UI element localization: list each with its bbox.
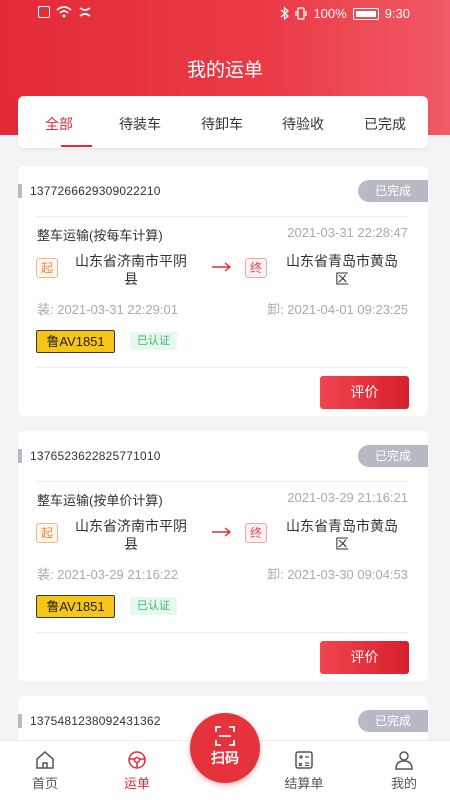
order-id: 1376523622825771010 (30, 449, 161, 463)
vibrate-icon (295, 7, 308, 20)
nav-mine-label: 我的 (390, 776, 417, 791)
tab-bar: 全部 待装车 待卸车 待验收 已完成 (18, 96, 428, 148)
rate-button[interactable]: 评价 (320, 641, 409, 674)
order-card[interactable]: 1376523622825771010 已完成 整车运输(按单价计算) 2021… (18, 431, 428, 681)
origin-address: 山东省济南市平阴 县 (75, 253, 187, 287)
tab-pending-load[interactable]: 待装车 (119, 114, 161, 134)
destination-address: 山东省青岛市黄岛 区 (286, 253, 398, 287)
origin-tag: 起 (36, 523, 58, 543)
status-badge: 已完成 (358, 445, 428, 467)
license-plate: 鲁AV1851 (36, 595, 115, 618)
load-time: 装: 2021-03-29 21:16:22 (37, 567, 178, 582)
load-time: 装: 2021-03-31 22:29:01 (37, 302, 178, 317)
order-id: 1377266629309022210 (30, 184, 161, 198)
divider (36, 632, 408, 633)
divider (36, 216, 408, 217)
id-marker (18, 184, 22, 198)
signal-icon (79, 7, 91, 17)
sim-icon (38, 6, 50, 18)
rate-button[interactable]: 评价 (320, 376, 409, 409)
destination-tag: 终 (245, 523, 267, 543)
status-badge: 已完成 (358, 710, 428, 732)
nav-waybill[interactable]: 运单 (107, 749, 167, 792)
shipment-type: 整车运输(按每车计算) (37, 228, 163, 243)
destination-address: 山东省青岛市黄岛 区 (286, 518, 398, 552)
bluetooth-icon (281, 7, 290, 20)
license-plate: 鲁AV1851 (36, 330, 115, 353)
tab-completed[interactable]: 已完成 (364, 114, 406, 134)
steering-wheel-icon (128, 751, 146, 769)
calculator-icon (295, 751, 313, 769)
page-title: 我的运单 (186, 60, 263, 81)
id-marker (18, 449, 22, 463)
unload-time: 卸: 2021-04-01 09:23:25 (267, 302, 408, 317)
nav-waybill-label: 运单 (123, 776, 150, 791)
tab-all[interactable]: 全部 (45, 114, 73, 134)
unload-time: 卸: 2021-03-30 09:04:53 (267, 567, 408, 582)
order-card[interactable]: 1377266629309022210 已完成 整车运输(按每车计算) 2021… (18, 166, 428, 416)
tab-pending-unload[interactable]: 待卸车 (201, 114, 243, 134)
user-icon (395, 751, 413, 770)
verified-badge: 已认证 (130, 597, 177, 615)
verified-badge: 已认证 (130, 332, 177, 350)
status-bar: 100% 9:30 (0, 0, 450, 28)
destination-tag: 终 (245, 258, 267, 278)
order-id: 1375481238092431362 (30, 714, 161, 728)
battery-percent: 100% (313, 6, 347, 21)
clock: 9:30 (384, 6, 410, 21)
nav-home-label: 首页 (31, 776, 58, 791)
order-time: 2021-03-29 21:16:21 (287, 490, 408, 505)
origin-address: 山东省济南市平阴 县 (75, 518, 187, 552)
nav-mine[interactable]: 我的 (374, 749, 434, 792)
arrow-right-icon (212, 527, 232, 537)
shipment-type: 整车运输(按单价计算) (37, 493, 163, 508)
arrow-right-icon (212, 262, 232, 272)
nav-home[interactable]: 首页 (15, 749, 75, 792)
home-icon (36, 751, 54, 769)
divider (36, 367, 408, 368)
scan-label: 扫码 (211, 750, 239, 766)
id-marker (18, 714, 22, 728)
scan-button[interactable]: 扫码 (190, 713, 260, 783)
tab-pending-acceptance[interactable]: 待验收 (282, 114, 324, 134)
scan-icon (215, 726, 235, 746)
divider (36, 481, 408, 482)
nav-settlement[interactable]: 结算单 (274, 749, 334, 792)
active-tab-indicator (61, 145, 92, 147)
battery-icon (352, 7, 379, 20)
nav-settlement-label: 结算单 (284, 776, 324, 791)
wifi-icon (56, 6, 72, 18)
order-time: 2021-03-31 22:28:47 (287, 225, 408, 240)
status-badge: 已完成 (358, 180, 428, 202)
origin-tag: 起 (36, 258, 58, 278)
